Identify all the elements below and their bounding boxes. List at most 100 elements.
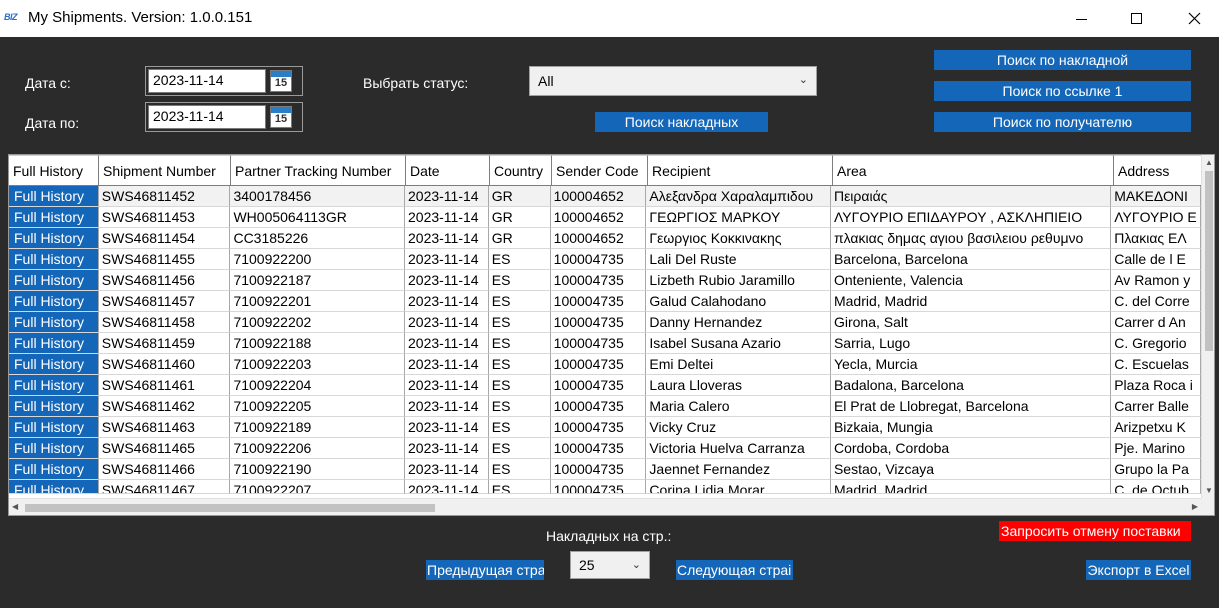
table-cell: SWS46811465 [98,438,231,459]
table-cell: Corina Lidia Morar [646,480,831,494]
table-cell: 7100922188 [230,333,405,354]
table-cell: 100004735 [550,249,647,270]
table-cell: 100004652 [550,186,647,207]
full-history-button[interactable]: Full History [9,459,99,480]
export-excel-button[interactable]: Экспорт в Excel [1086,560,1191,580]
full-history-button[interactable]: Full History [9,417,99,438]
table-cell: C. Gregorio [1111,333,1201,354]
column-header[interactable]: Full History [9,155,99,186]
table-cell: C. de Octub [1111,480,1201,494]
table-cell: Barcelona, Barcelona [830,249,1112,270]
full-history-button[interactable]: Full History [9,333,99,354]
scroll-down-icon[interactable]: ▼ [1205,486,1213,495]
date-to-picker[interactable]: 2023-11-14 15 [145,102,303,132]
close-button[interactable] [1171,0,1217,37]
table-row[interactable]: Full History SWS46811460 7100922203 2023-11… [9,354,1201,375]
column-header[interactable]: Partner Tracking Number [231,155,406,186]
full-history-button[interactable]: Full History [9,270,99,291]
column-header[interactable]: Sender Code [552,155,648,186]
table-cell: SWS46811462 [98,396,231,417]
full-history-button[interactable]: Full History [9,312,99,333]
status-dropdown[interactable]: All ⌄ [529,66,817,96]
maximize-button[interactable] [1113,0,1159,37]
table-cell: Madrid, Madrid [830,291,1112,312]
table-row[interactable]: Full History SWS46811457 7100922201 2023-11… [9,291,1201,312]
table-row[interactable]: Full History SWS46811455 7100922200 2023-11… [9,249,1201,270]
search-by-recipient-button[interactable]: Поиск по получателю [934,112,1191,132]
full-history-button[interactable]: Full History [9,480,99,494]
full-history-button[interactable]: Full History [9,291,99,312]
table-row[interactable]: Full History SWS46811454 CC3185226 2023-11-… [9,228,1201,249]
minimize-button[interactable] [1058,0,1104,37]
horizontal-scrollbar[interactable]: ◀ ▶ [9,498,1201,515]
table-row[interactable]: Full History SWS46811453 WH005064113GR 2023… [9,207,1201,228]
scroll-left-icon[interactable]: ◀ [12,502,18,511]
table-cell: Maria Calero [646,396,831,417]
vertical-scrollbar[interactable]: ▲ ▼ [1201,155,1214,498]
per-page-dropdown[interactable]: 25 ⌄ [570,551,650,579]
request-cancel-button[interactable]: Запросить отмену поставки [999,521,1191,541]
full-history-button[interactable]: Full History [9,375,99,396]
date-from-picker[interactable]: 2023-11-14 15 [145,66,303,96]
table-cell: πλακιας δημας αγιου βασιλειου ρεθυμνο [830,228,1112,249]
table-cell: 7100922205 [230,396,405,417]
full-history-button[interactable]: Full History [9,186,99,207]
table-row[interactable]: Full History SWS46811466 7100922190 2023-11… [9,459,1201,480]
table-row[interactable]: Full History SWS46811459 7100922188 2023-11… [9,333,1201,354]
minimize-icon [1075,19,1087,20]
search-by-waybill-button[interactable]: Поиск по накладной [934,50,1191,70]
column-header[interactable]: Recipient [648,155,833,186]
scroll-right-icon[interactable]: ▶ [1192,502,1198,511]
table-cell: ES [488,375,551,396]
table-row[interactable]: Full History SWS46811465 7100922206 2023-11… [9,438,1201,459]
table-cell: 100004735 [550,333,647,354]
table-cell: Galud Calahodano [646,291,831,312]
calendar-icon[interactable]: 15 [270,106,292,128]
next-page-button[interactable]: Следующая страі [676,560,793,580]
table-cell: ES [488,354,551,375]
calendar-icon[interactable]: 15 [270,70,292,92]
full-history-button[interactable]: Full History [9,396,99,417]
column-header[interactable]: Date [406,155,490,186]
column-header[interactable]: Address [1114,155,1201,186]
full-history-button[interactable]: Full History [9,438,99,459]
column-header[interactable]: Shipment Number [99,155,231,186]
date-to-field[interactable]: 2023-11-14 [148,105,266,129]
table-cell: 2023-11-14 [405,312,489,333]
search-waybills-button[interactable]: Поиск накладных [595,112,768,132]
table-cell: 2023-11-14 [405,270,489,291]
table-row[interactable]: Full History SWS46811452 3400178456 2023-11… [9,186,1201,207]
column-header[interactable]: Country [490,155,552,186]
table-cell: ΓΕΩΡΓΙΟΣ ΜΑΡΚΟΥ [646,207,831,228]
scrollbar-corner [1201,498,1214,515]
table-row[interactable]: Full History SWS46811462 7100922205 2023-11… [9,396,1201,417]
table-row[interactable]: Full History SWS46811458 7100922202 2023-11… [9,312,1201,333]
shipments-table[interactable]: Full History Shipment Number Partner Track… [8,154,1215,516]
table-cell: SWS46811454 [98,228,231,249]
table-cell: Pje. Marino [1111,438,1201,459]
scroll-up-icon[interactable]: ▲ [1205,158,1213,167]
table-cell: Danny Hernandez [646,312,831,333]
horizontal-scroll-thumb[interactable] [25,504,435,512]
table-cell: 100004652 [550,228,647,249]
table-row[interactable]: Full History SWS46811456 7100922187 2023-11… [9,270,1201,291]
full-history-button[interactable]: Full History [9,228,99,249]
table-cell: 2023-11-14 [405,186,489,207]
full-history-button[interactable]: Full History [9,354,99,375]
column-header[interactable]: Area [833,155,1114,186]
table-cell: Lizbeth Rubio Jaramillo [646,270,831,291]
table-row[interactable]: Full History SWS46811463 7100922189 2023-11… [9,417,1201,438]
table-cell: ES [488,438,551,459]
table-cell: 2023-11-14 [405,333,489,354]
full-history-button[interactable]: Full History [9,207,99,228]
vertical-scroll-thumb[interactable] [1205,171,1213,351]
table-cell: 2023-11-14 [405,249,489,270]
prev-page-button[interactable]: Предыдущая стра [426,560,544,580]
table-cell: Yecla, Murcia [830,354,1112,375]
table-row[interactable]: Full History SWS46811467 7100922207 2023-11… [9,480,1201,494]
full-history-button[interactable]: Full History [9,249,99,270]
date-from-field[interactable]: 2023-11-14 [148,69,266,93]
table-row[interactable]: Full History SWS46811461 7100922204 2023-11… [9,375,1201,396]
search-by-reference-button[interactable]: Поиск по ссылке 1 [934,81,1191,101]
table-cell: SWS46811463 [98,417,231,438]
